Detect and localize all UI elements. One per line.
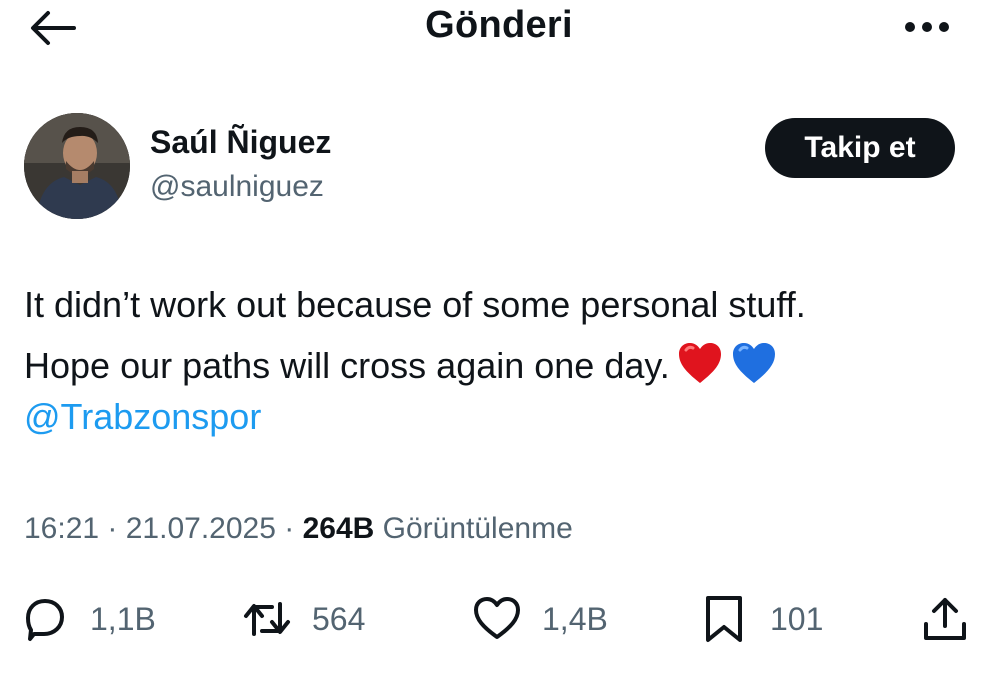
retweet-count: 564 [312, 600, 366, 637]
share-button[interactable] [920, 594, 970, 644]
mention-link[interactable]: @Trabzonspor [24, 396, 261, 438]
views-count: 264B [302, 512, 375, 545]
bookmark-button[interactable]: 101 [700, 594, 823, 644]
avatar-photo [24, 113, 130, 219]
more-button[interactable] [902, 12, 952, 42]
tweet-date[interactable]: 21.07.2025 [126, 512, 276, 545]
page-title: Gönderi [425, 4, 573, 46]
top-bar: Gönderi [0, 0, 998, 60]
views-label: Görüntülenme [382, 512, 573, 545]
bookmark-count: 101 [770, 600, 824, 637]
tweet-time[interactable]: 16:21 [24, 512, 99, 545]
retweet-icon [244, 602, 290, 636]
reply-icon [26, 599, 64, 641]
tweet-page: Gönderi Saúl Ñiguez @saulniguez Takip et… [0, 0, 998, 675]
tweet-text-line-1: It didn’t work out because of some perso… [24, 284, 806, 325]
share-icon [924, 598, 966, 640]
blue-heart-icon [732, 343, 775, 383]
reply-count: 1,1B [90, 600, 156, 637]
red-heart-icon [678, 343, 721, 383]
tweet-text-line-2-text: Hope our paths will cross again one day. [24, 345, 670, 386]
author-name[interactable]: Saúl Ñiguez [150, 124, 331, 161]
more-horizontal-icon [905, 22, 949, 32]
retweet-button[interactable]: 564 [242, 594, 365, 644]
meta-separator: · [107, 512, 126, 545]
meta-separator: · [284, 512, 303, 545]
like-count: 1,4B [542, 600, 608, 637]
bookmark-icon [706, 596, 742, 642]
tweet-text-line-2: Hope our paths will cross again one day. [24, 340, 778, 387]
tweet-meta: 16:21 · 21.07.2025 · 264B Görüntülenme [24, 512, 573, 546]
reply-button[interactable]: 1,1B [20, 594, 156, 644]
heart-icon [474, 597, 520, 639]
follow-button[interactable]: Takip et [765, 118, 955, 178]
avatar[interactable] [24, 113, 130, 219]
author-handle[interactable]: @saulniguez [150, 170, 324, 204]
like-button[interactable]: 1,4B [472, 594, 608, 644]
